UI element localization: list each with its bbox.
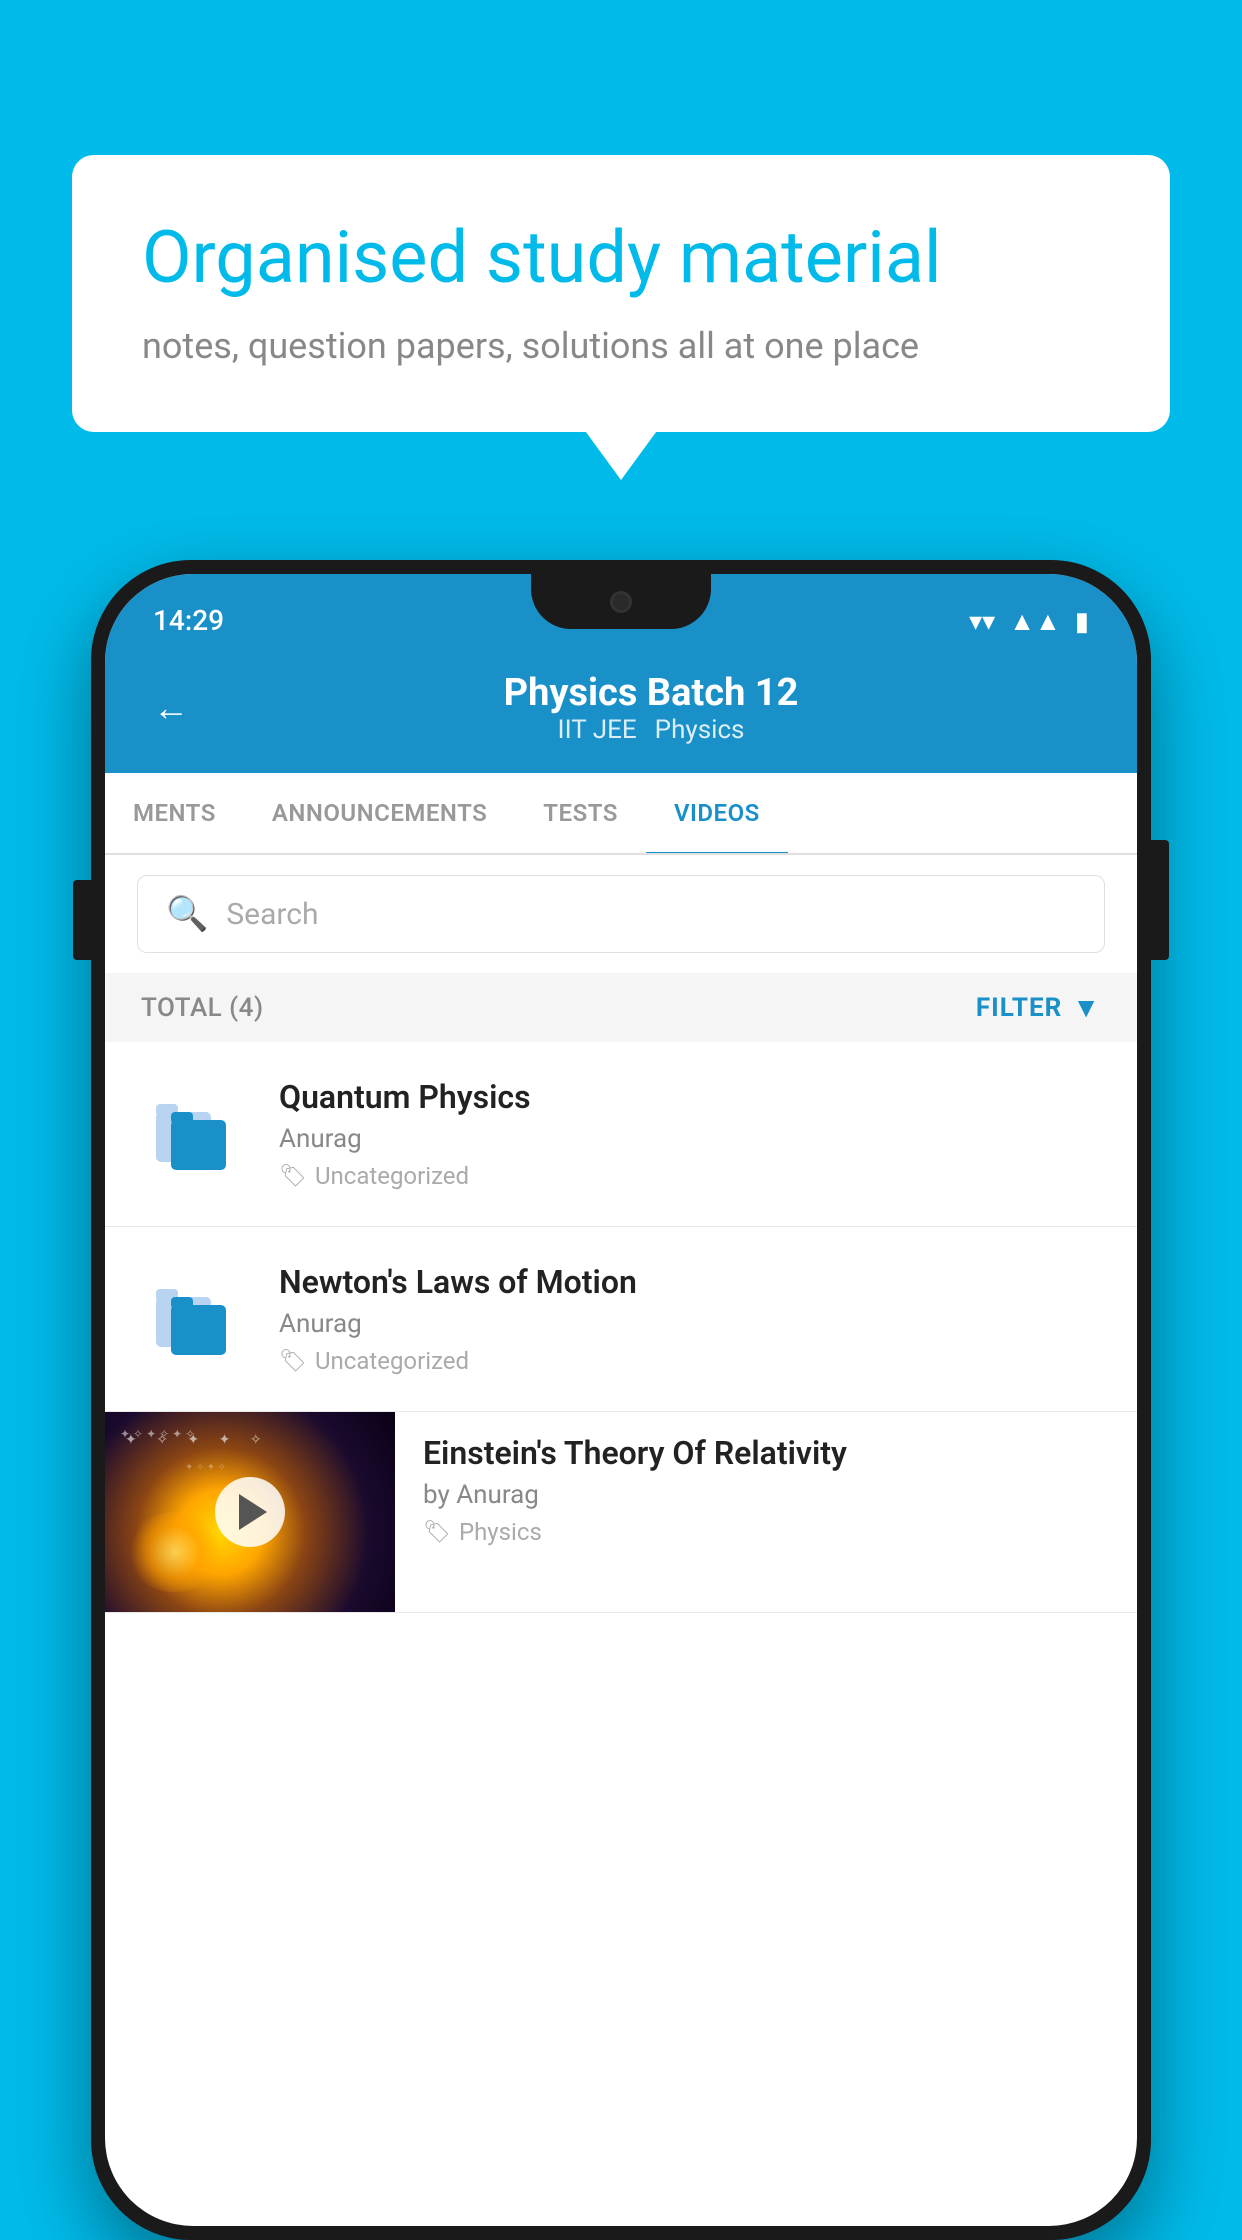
back-button[interactable]: ←: [153, 687, 189, 729]
total-label: TOTAL (4): [141, 993, 264, 1023]
video-info: Newton's Laws of Motion Anurag 🏷 Uncateg…: [279, 1263, 1101, 1375]
video-author: Anurag: [279, 1309, 1101, 1339]
front-camera: [610, 591, 632, 613]
filter-icon: ▼: [1072, 991, 1101, 1024]
video-title: Quantum Physics: [279, 1078, 1101, 1116]
speech-bubble: Organised study material notes, question…: [72, 155, 1170, 432]
search-input[interactable]: Search: [226, 897, 318, 932]
phone-mockup: 14:29 ▾▾ ▲▲ ▮ ← Physics Batch 12 IIT JEE…: [91, 560, 1151, 2240]
play-button[interactable]: [215, 1477, 285, 1547]
video-title: Einstein's Theory Of Relativity: [423, 1434, 1109, 1472]
header-subtitle-part2: Physics: [655, 715, 745, 745]
speech-bubble-container: Organised study material notes, question…: [72, 155, 1170, 432]
list-item[interactable]: Newton's Laws of Motion Anurag 🏷 Uncateg…: [105, 1227, 1137, 1412]
tag-icon: 🏷: [279, 1164, 307, 1189]
header-title-area: Physics Batch 12 IIT JEE Physics: [213, 671, 1089, 745]
video-info: Quantum Physics Anurag 🏷 Uncategorized: [279, 1078, 1101, 1190]
video-thumbnail: ✦ ✧ ✦ ✧ ✦ ✧ ✦ ✧ ✦ ✧: [105, 1412, 395, 1612]
tag-label: Physics: [459, 1518, 542, 1546]
video-title: Newton's Laws of Motion: [279, 1263, 1101, 1301]
status-icons: ▾▾ ▲▲ ▮: [969, 606, 1089, 637]
video-list: Quantum Physics Anurag 🏷 Uncategorized: [105, 1042, 1137, 1613]
search-bar-container: 🔍 Search: [105, 855, 1137, 973]
video-info: Einstein's Theory Of Relativity by Anura…: [395, 1412, 1137, 1568]
signal-icon: ▲▲: [1009, 606, 1060, 637]
wifi-icon: ▾▾: [969, 607, 995, 637]
status-time: 14:29: [153, 604, 224, 637]
search-bar[interactable]: 🔍 Search: [137, 875, 1105, 953]
tab-bar: MENTS ANNOUNCEMENTS TESTS VIDEOS: [105, 773, 1137, 855]
list-item[interactable]: ✦ ✧ ✦ ✧ ✦ ✧ ✦ ✧ ✦ ✧ Einstein's Theory Of…: [105, 1412, 1137, 1613]
video-tag: 🏷 Uncategorized: [279, 1347, 1101, 1375]
tag-icon: 🏷: [423, 1520, 451, 1545]
speech-bubble-subtext: notes, question papers, solutions all at…: [142, 325, 1100, 367]
tab-videos[interactable]: VIDEOS: [646, 773, 788, 853]
header-title: Physics Batch 12: [213, 671, 1089, 715]
speech-bubble-heading: Organised study material: [142, 215, 1100, 301]
video-tag: 🏷 Physics: [423, 1518, 1109, 1546]
tag-icon: 🏷: [279, 1349, 307, 1374]
tag-label: Uncategorized: [315, 1162, 469, 1190]
app-header: ← Physics Batch 12 IIT JEE Physics: [105, 649, 1137, 773]
tab-tests[interactable]: TESTS: [515, 773, 646, 853]
filter-label: FILTER: [976, 993, 1062, 1023]
video-folder-icon: [141, 1079, 251, 1189]
video-author: by Anurag: [423, 1480, 1109, 1510]
video-tag: 🏷 Uncategorized: [279, 1162, 1101, 1190]
list-item[interactable]: Quantum Physics Anurag 🏷 Uncategorized: [105, 1042, 1137, 1227]
header-subtitle-part1: IIT JEE: [558, 715, 637, 745]
header-subtitle: IIT JEE Physics: [213, 715, 1089, 745]
battery-icon: ▮: [1075, 607, 1089, 637]
tab-announcements[interactable]: ANNOUNCEMENTS: [244, 773, 515, 853]
tag-label: Uncategorized: [315, 1347, 469, 1375]
tab-ments[interactable]: MENTS: [105, 773, 244, 853]
play-triangle-icon: [239, 1494, 267, 1530]
video-folder-icon: [141, 1264, 251, 1374]
filter-row: TOTAL (4) FILTER ▼: [105, 973, 1137, 1042]
phone-notch: [531, 574, 711, 629]
phone-outer: 14:29 ▾▾ ▲▲ ▮ ← Physics Batch 12 IIT JEE…: [91, 560, 1151, 2240]
search-icon: 🔍: [166, 894, 208, 934]
video-author: Anurag: [279, 1124, 1101, 1154]
filter-button[interactable]: FILTER ▼: [976, 991, 1101, 1024]
phone-inner: 14:29 ▾▾ ▲▲ ▮ ← Physics Batch 12 IIT JEE…: [105, 574, 1137, 2226]
